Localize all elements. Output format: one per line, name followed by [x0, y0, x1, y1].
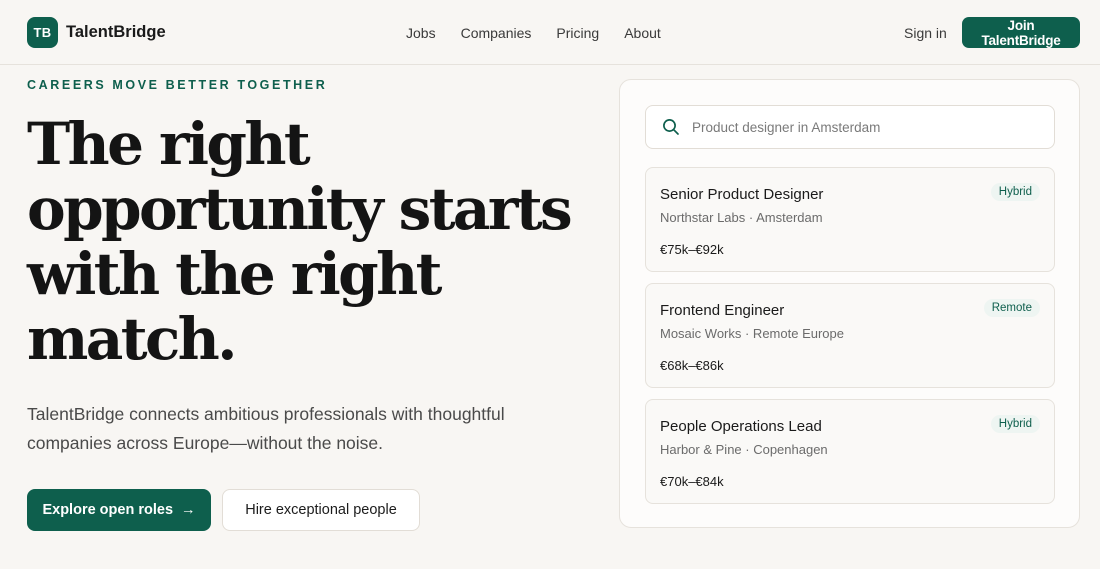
sign-in-link[interactable]: Sign in	[904, 25, 947, 41]
job-salary: €75k–€92k	[660, 242, 724, 257]
site-header: TB TalentBridge Jobs Companies Pricing A…	[0, 0, 1100, 65]
job-salary: €70k–€84k	[660, 474, 724, 489]
nav-item-about[interactable]: About	[624, 25, 661, 41]
brand-mark: TB	[27, 17, 58, 48]
hero-eyebrow: CAREERS MOVE BETTER TOGETHER	[27, 78, 328, 92]
main-nav: Jobs Companies Pricing About	[406, 25, 686, 41]
work-mode-badge: Hybrid	[990, 183, 1040, 201]
hero-headline: The right opportunity starts with the ri…	[27, 112, 587, 372]
job-salary: €68k–€86k	[660, 358, 724, 373]
job-title: People Operations Lead	[660, 418, 822, 435]
headline-line: match.	[27, 305, 237, 373]
search-input[interactable]	[690, 118, 1030, 136]
headline-line: opportunity starts	[27, 175, 573, 243]
job-card[interactable]: People Operations Lead Harbor & Pine · C…	[645, 399, 1055, 504]
nav-item-jobs[interactable]: Jobs	[406, 25, 436, 41]
brand-logo-link[interactable]: TB TalentBridge	[27, 17, 166, 48]
hire-people-button[interactable]: Hire exceptional people	[222, 489, 420, 531]
work-mode-badge: Hybrid	[990, 415, 1040, 433]
job-title: Frontend Engineer	[660, 302, 785, 319]
job-company-location: Harbor & Pine · Copenhagen	[660, 442, 828, 457]
headline-line: The right	[27, 110, 311, 178]
arrow-right-icon: →	[181, 502, 196, 518]
search-icon	[662, 118, 680, 136]
explore-roles-button[interactable]: Explore open roles →	[27, 489, 211, 531]
nav-item-companies[interactable]: Companies	[461, 25, 532, 41]
job-card[interactable]: Frontend Engineer Mosaic Works · Remote …	[645, 283, 1055, 388]
job-card[interactable]: Senior Product Designer Northstar Labs ·…	[645, 167, 1055, 272]
brand-name: TalentBridge	[66, 23, 166, 41]
job-company-location: Northstar Labs · Amsterdam	[660, 210, 823, 225]
job-company-location: Mosaic Works · Remote Europe	[660, 326, 844, 341]
job-search-panel: Senior Product Designer Northstar Labs ·…	[619, 79, 1080, 528]
headline-line: with the right	[27, 240, 442, 308]
explore-roles-label: Explore open roles	[42, 502, 174, 518]
search-box	[645, 105, 1055, 149]
hero-description: TalentBridge connects ambitious professi…	[27, 404, 505, 453]
job-title: Senior Product Designer	[660, 186, 824, 203]
join-button[interactable]: Join TalentBridge	[962, 17, 1080, 48]
nav-item-pricing[interactable]: Pricing	[556, 25, 599, 41]
work-mode-badge: Remote	[983, 299, 1040, 317]
